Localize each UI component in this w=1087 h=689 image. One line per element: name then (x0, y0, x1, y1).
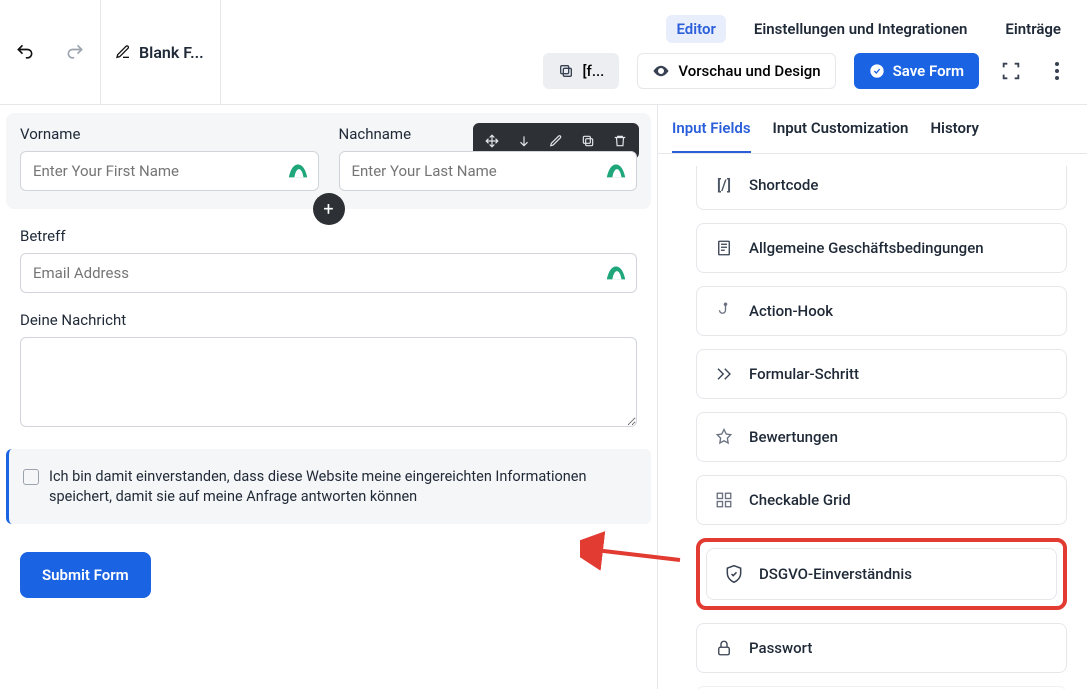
copy-icon (558, 63, 574, 79)
field-form-step[interactable]: Formular-Schritt (696, 349, 1067, 399)
field-password[interactable]: Passwort (696, 623, 1067, 673)
field-gdpr[interactable]: DSGVO-Einverständnis (706, 548, 1057, 600)
shortcode-button[interactable]: [f... (543, 53, 619, 89)
autofill-icon (287, 159, 309, 181)
tab-settings[interactable]: Einstellungen und Integrationen (744, 15, 978, 43)
name-section[interactable]: Vorname Nachname + (6, 113, 651, 209)
document-icon (713, 239, 735, 257)
topbar-right: Editor Einstellungen und Integrationen E… (221, 0, 1087, 104)
title-block[interactable]: Blank F... (100, 0, 220, 104)
fullscreen-icon (1000, 60, 1022, 82)
subject-label: Betreff (20, 227, 637, 245)
field-ratings[interactable]: Bewertungen (696, 412, 1067, 462)
gdpr-section[interactable]: Ich bin damit einverstanden, dass diese … (6, 449, 651, 524)
more-button[interactable] (1043, 57, 1071, 85)
autofill-icon (605, 159, 627, 181)
subject-section: Betreff (6, 227, 651, 293)
last-name-input[interactable] (339, 151, 638, 191)
redo-button[interactable] (50, 0, 100, 104)
tab-history[interactable]: History (930, 119, 979, 153)
field-shortcode[interactable]: [/] Shortcode (696, 166, 1067, 210)
field-checkable-grid[interactable]: Checkable Grid (696, 475, 1067, 525)
trash-icon (613, 134, 627, 148)
copy-icon (581, 134, 595, 148)
message-section: Deine Nachricht (6, 311, 651, 431)
autofill-icon (605, 261, 627, 283)
gdpr-highlight: DSGVO-Einverständnis (696, 538, 1067, 610)
star-icon (713, 428, 735, 446)
undo-button[interactable] (0, 0, 50, 104)
forward-icon (713, 365, 735, 383)
save-button[interactable]: Save Form (854, 53, 979, 89)
sidebar-tabs: Input Fields Input Customization History (658, 105, 1087, 154)
submit-button[interactable]: Submit Form (20, 552, 151, 598)
field-action-hook[interactable]: Action-Hook (696, 286, 1067, 336)
tab-input-fields[interactable]: Input Fields (672, 119, 751, 153)
form-canvas: Vorname Nachname + Betreff (0, 105, 657, 689)
lock-icon (713, 639, 735, 657)
tab-entries[interactable]: Einträge (995, 15, 1071, 43)
message-textarea[interactable] (20, 337, 637, 427)
email-input[interactable] (20, 253, 637, 293)
preview-button[interactable]: Vorschau und Design (637, 53, 835, 89)
field-list[interactable]: [/] Shortcode Allgemeine Geschäftsbeding… (658, 154, 1087, 689)
pencil-icon (549, 134, 563, 148)
tab-customization[interactable]: Input Customization (773, 119, 909, 153)
topbar: Blank F... Editor Einstellungen und Inte… (0, 0, 1087, 105)
eye-icon (652, 62, 670, 80)
sidebar: Input Fields Input Customization History… (657, 105, 1087, 689)
message-label: Deine Nachricht (20, 311, 637, 329)
add-field-button[interactable]: + (313, 193, 345, 225)
tab-editor[interactable]: Editor (666, 15, 725, 43)
grid-icon (713, 491, 735, 509)
check-circle-icon (869, 63, 885, 79)
shortcode-icon: [/] (713, 176, 735, 194)
pencil-icon (115, 44, 131, 60)
gdpr-text: Ich bin damit einverstanden, dass diese … (49, 467, 637, 506)
field-terms[interactable]: Allgemeine Geschäftsbedingungen (696, 223, 1067, 273)
move-icon (485, 134, 499, 148)
fullscreen-button[interactable] (997, 57, 1025, 85)
arrow-down-icon (517, 134, 531, 148)
shield-icon (723, 564, 745, 584)
main: Vorname Nachname + Betreff (0, 105, 1087, 689)
hook-icon (713, 302, 735, 320)
first-name-label: Vorname (20, 125, 319, 143)
first-name-input[interactable] (20, 151, 319, 191)
form-title: Blank F... (139, 43, 204, 62)
kebab-icon (1055, 62, 1059, 80)
topbar-left: Blank F... (0, 0, 221, 104)
gdpr-checkbox[interactable] (23, 469, 39, 485)
